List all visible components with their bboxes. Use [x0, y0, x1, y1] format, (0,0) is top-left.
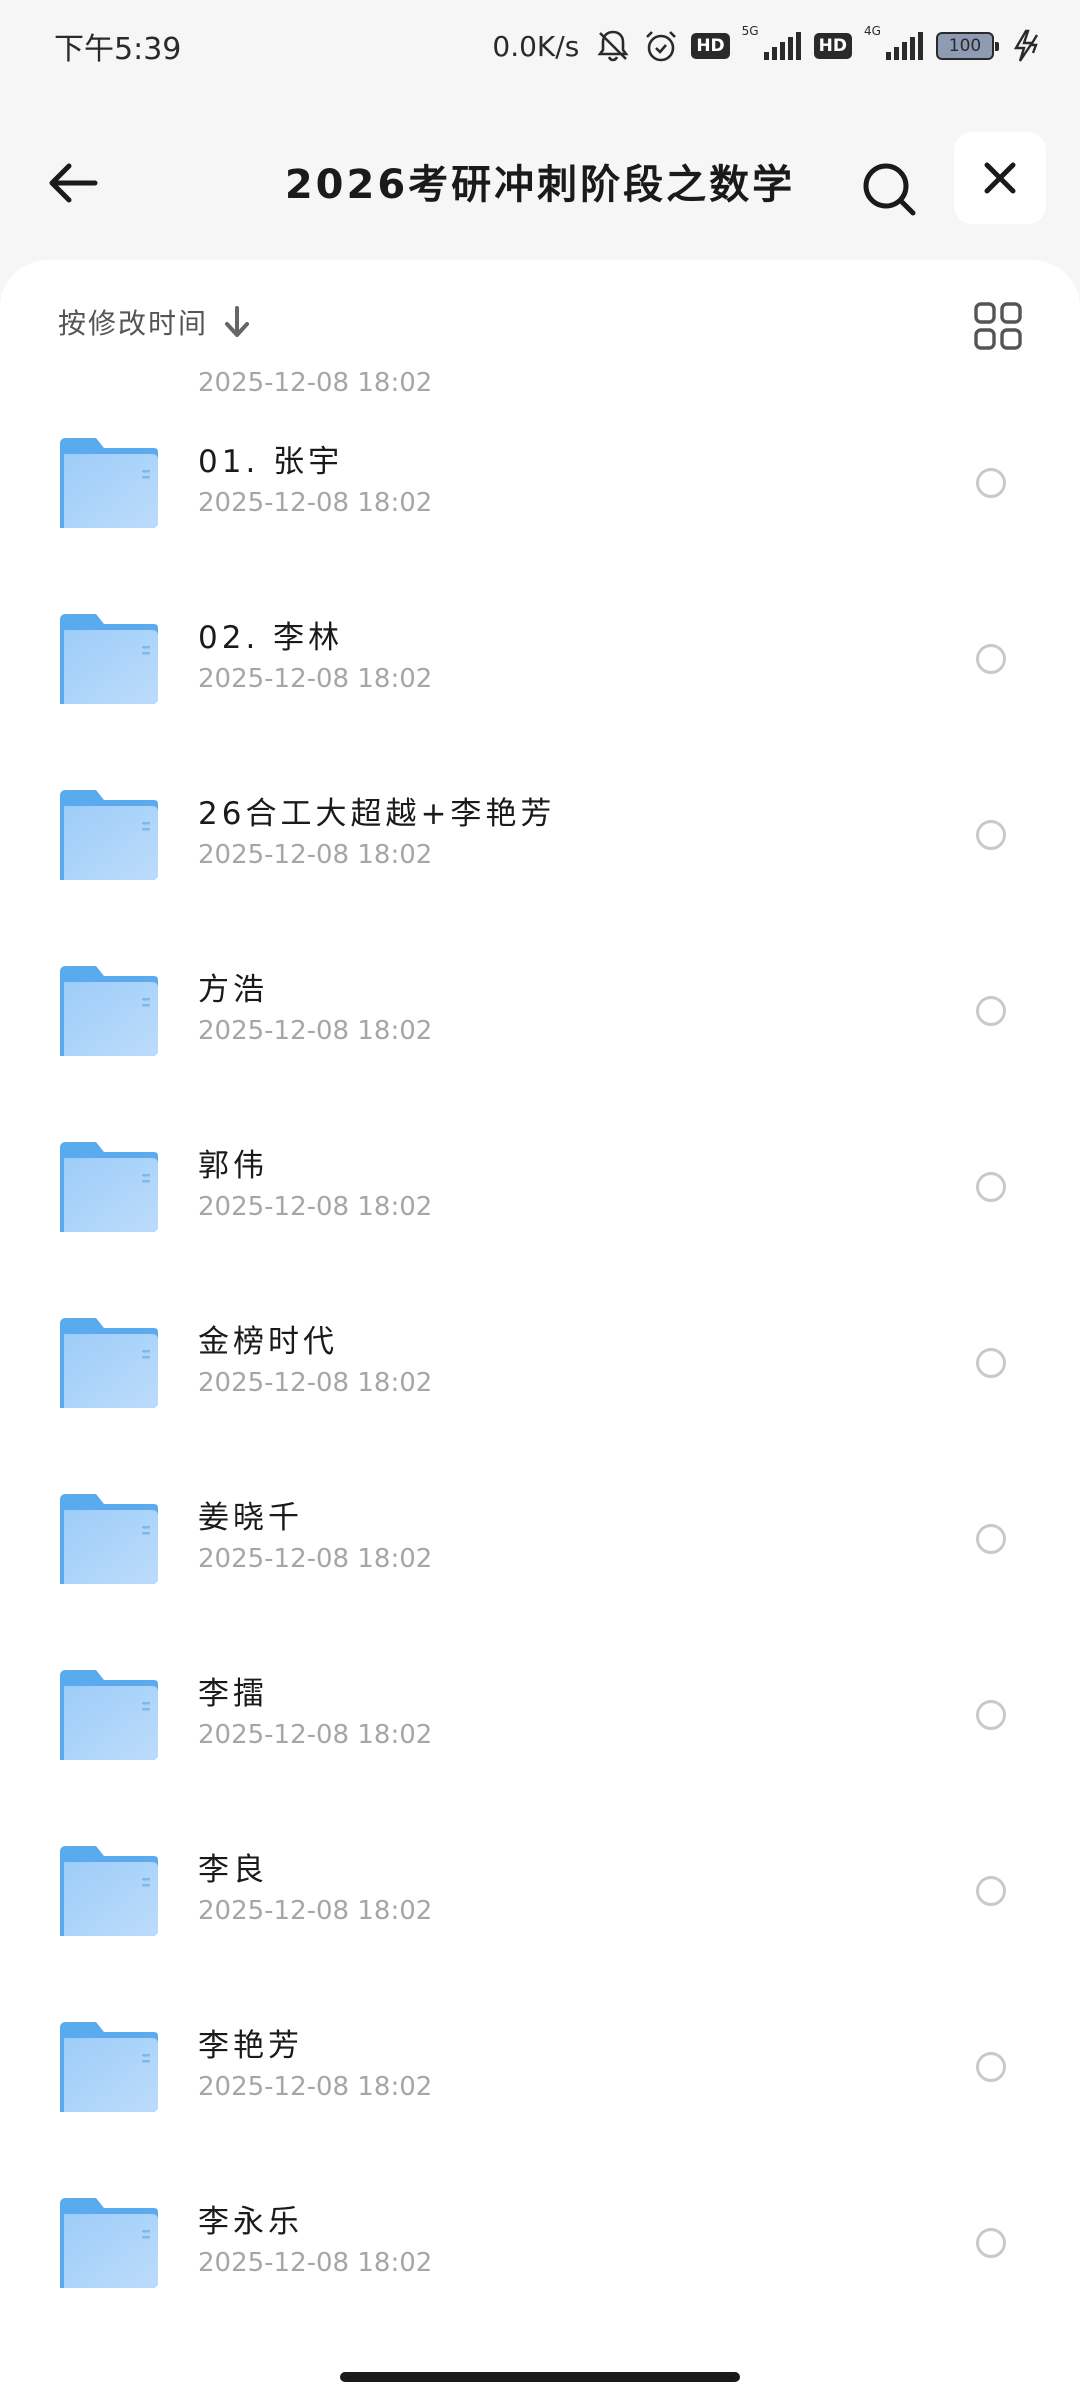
- list-item[interactable]: 郭伟 2025-12-08 18:02: [0, 1088, 1080, 1264]
- folder-icon: [60, 1846, 158, 1936]
- charging-icon: [1012, 29, 1044, 63]
- sort-bar: 按修改时间: [0, 260, 1080, 360]
- signal-icon-2: 4G: [864, 24, 924, 66]
- list-item-date: 2025-12-08 18:02: [198, 488, 433, 518]
- list-item[interactable]: 金榜时代 2025-12-08 18:02: [0, 1264, 1080, 1440]
- select-radio[interactable]: [976, 1524, 1006, 1554]
- close-button[interactable]: [954, 132, 1046, 224]
- home-indicator[interactable]: [340, 2372, 740, 2382]
- network-type-label: 5G: [741, 24, 759, 38]
- select-radio[interactable]: [976, 1876, 1006, 1906]
- status-time: 下午5:39: [54, 32, 182, 67]
- folder-icon: [60, 614, 158, 704]
- select-radio[interactable]: [976, 2052, 1006, 2082]
- list-item-date: 2025-12-08 18:02: [198, 1016, 433, 1046]
- hd-badge: HD: [691, 33, 730, 59]
- list-item-date: 2025-12-08 18:02: [198, 664, 433, 694]
- status-icons: 0.0K/s HD 5G HD 4G 100: [492, 22, 1044, 70]
- close-icon: [984, 162, 1016, 194]
- network-type-label-2: 4G: [864, 24, 881, 38]
- list-item-date: 2025-12-08 18:02: [198, 2248, 433, 2278]
- list-item-date: 2025-12-08 18:02: [198, 2072, 433, 2102]
- arrow-down-icon: [225, 306, 250, 337]
- list-item-date: 2025-12-08 18:02: [198, 840, 433, 870]
- list-item-date-clipped: 2025-12-08 18:02: [198, 368, 433, 398]
- grid-view-icon: [974, 302, 1022, 350]
- folder-icon: [60, 1318, 158, 1408]
- select-radio[interactable]: [976, 1348, 1006, 1378]
- list-item-name: 李擂: [198, 1676, 268, 1712]
- list-item[interactable]: 01. 张宇 2025-12-08 18:02: [0, 384, 1080, 560]
- view-toggle-button[interactable]: [972, 300, 1024, 352]
- select-radio[interactable]: [976, 820, 1006, 850]
- folder-icon: [60, 438, 158, 528]
- alarm-icon: [643, 28, 679, 64]
- folder-icon: [60, 1142, 158, 1232]
- folder-icon: [60, 966, 158, 1056]
- list-item-name: 26合工大超越+李艳芳: [198, 796, 556, 832]
- list-item[interactable]: 02. 李林 2025-12-08 18:02: [0, 560, 1080, 736]
- sort-label: 按修改时间: [58, 307, 209, 340]
- list-item[interactable]: 李擂 2025-12-08 18:02: [0, 1616, 1080, 1792]
- list-item-name: 01. 张宇: [198, 444, 344, 480]
- list-item[interactable]: 李艳芳 2025-12-08 18:02: [0, 1968, 1080, 2144]
- list-item[interactable]: 姜晓千 2025-12-08 18:02: [0, 1440, 1080, 1616]
- list-item-name: 姜晓千: [198, 1500, 303, 1536]
- select-radio[interactable]: [976, 996, 1006, 1026]
- signal-icon: 5G: [741, 24, 802, 66]
- list-item[interactable]: 李良 2025-12-08 18:02: [0, 1792, 1080, 1968]
- battery-icon: 100: [936, 32, 999, 60]
- search-button[interactable]: [846, 146, 932, 232]
- list-item[interactable]: 26合工大超越+李艳芳 2025-12-08 18:02: [0, 736, 1080, 912]
- status-bar: 下午5:39 0.0K/s HD 5G HD 4G 100: [0, 0, 1080, 96]
- folder-icon: [60, 790, 158, 880]
- select-radio[interactable]: [976, 644, 1006, 674]
- list-item-name: 金榜时代: [198, 1324, 338, 1360]
- select-radio[interactable]: [976, 1700, 1006, 1730]
- list-item-date: 2025-12-08 18:02: [198, 1720, 433, 1750]
- search-icon: [863, 163, 916, 216]
- folder-icon: [60, 2198, 158, 2288]
- list-item-name: 李艳芳: [198, 2028, 303, 2064]
- list-item-date: 2025-12-08 18:02: [198, 1896, 433, 1926]
- sort-button[interactable]: 按修改时间: [58, 302, 252, 342]
- select-radio[interactable]: [976, 468, 1006, 498]
- list-item-name: 李良: [198, 1852, 268, 1888]
- select-radio[interactable]: [976, 2228, 1006, 2258]
- list-item[interactable]: 方浩 2025-12-08 18:02: [0, 912, 1080, 1088]
- net-speed: 0.0K/s: [492, 29, 580, 63]
- header: 2026考研冲刺阶段之数学: [0, 110, 1080, 250]
- list-item-date: 2025-12-08 18:02: [198, 1368, 433, 1398]
- list-item-date: 2025-12-08 18:02: [198, 1544, 433, 1574]
- list-item-name: 李永乐: [198, 2204, 303, 2240]
- folder-icon: [60, 2022, 158, 2112]
- folder-icon: [60, 1494, 158, 1584]
- battery-level: 100: [948, 36, 982, 56]
- select-radio[interactable]: [976, 1172, 1006, 1202]
- list-item-name: 方浩: [198, 972, 268, 1008]
- list-item-name: 02. 李林: [198, 620, 344, 656]
- file-list-sheet: 按修改时间 2025-12-08 18:02 01. 张宇 2025-12-08 …: [0, 260, 1080, 2400]
- hd-badge-2: HD: [813, 33, 852, 59]
- mute-bell-icon: [595, 28, 631, 64]
- list-item-name: 郭伟: [198, 1148, 268, 1184]
- list-item-date: 2025-12-08 18:02: [198, 1192, 433, 1222]
- list-item[interactable]: 李永乐 2025-12-08 18:02: [0, 2144, 1080, 2320]
- folder-icon: [60, 1670, 158, 1760]
